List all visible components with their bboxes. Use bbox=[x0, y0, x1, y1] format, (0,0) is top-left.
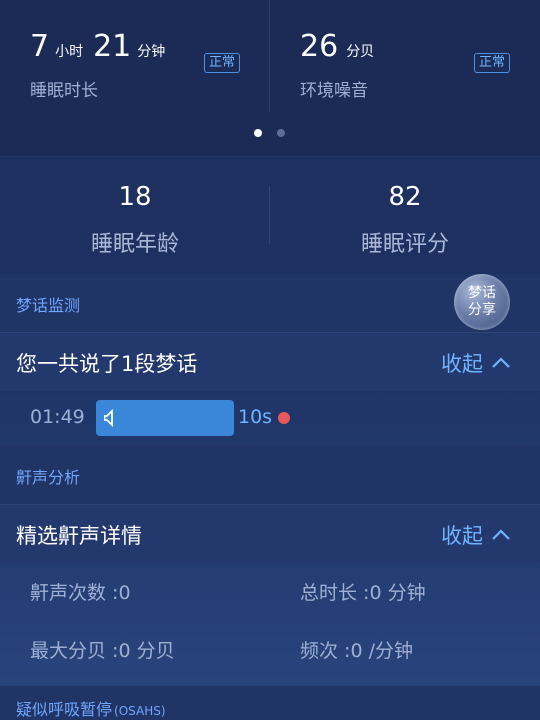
sleep-status-badge: 正常 bbox=[204, 53, 241, 73]
snore-section-header bbox=[0, 446, 540, 504]
noise-number: 26 bbox=[300, 29, 339, 64]
dream-clip-duration: 10s bbox=[238, 406, 273, 428]
pager-dot[interactable] bbox=[277, 129, 285, 137]
noise-value: 26 分贝 bbox=[300, 32, 374, 62]
noise-status-badge: 正常 bbox=[474, 53, 511, 73]
sleep-age-value: 18 bbox=[118, 182, 152, 212]
speaker-icon bbox=[104, 409, 113, 427]
collapse-label: 收起 bbox=[441, 524, 483, 548]
osahs-section-title: 疑似呼吸暂停 (OSAHS) bbox=[16, 696, 166, 720]
snore-count: 鼾声次数 :0 bbox=[30, 582, 131, 604]
osahs-title-main: 疑似呼吸暂停 bbox=[16, 700, 113, 719]
dream-share-button[interactable]: 梦话 分享 bbox=[454, 274, 510, 330]
snore-max-db: 最大分贝 :0 分贝 bbox=[30, 640, 175, 662]
chevron-up-icon bbox=[492, 357, 510, 368]
sleep-age-label: 睡眠年龄 bbox=[90, 232, 179, 257]
dream-collapse-button[interactable]: 收起 bbox=[441, 348, 511, 378]
minutes-unit: 分钟 bbox=[137, 44, 166, 60]
chevron-up-icon bbox=[492, 529, 510, 540]
sleep-duration-value: 7 小时 21 分钟 bbox=[30, 32, 165, 62]
pager-dot-active[interactable] bbox=[254, 129, 262, 137]
noise-label: 环境噪音 bbox=[300, 81, 368, 101]
snore-total-duration: 总时长 :0 分钟 bbox=[300, 582, 426, 604]
noise-unit: 分贝 bbox=[346, 44, 375, 60]
dream-clip-time: 01:49 bbox=[30, 406, 85, 428]
sleep-minutes: 21 bbox=[93, 29, 132, 64]
share-label-line2: 分享 bbox=[468, 302, 496, 318]
snore-section-title: 鼾声分析 bbox=[16, 468, 81, 487]
share-label-line1: 梦话 bbox=[468, 285, 496, 301]
sleep-score-value: 82 bbox=[388, 182, 422, 212]
snore-collapse-button[interactable]: 收起 bbox=[441, 520, 511, 550]
hours-unit: 小时 bbox=[55, 44, 84, 60]
snore-frequency: 频次 :0 /分钟 bbox=[300, 640, 413, 662]
pager-row bbox=[0, 112, 540, 157]
dream-section-title: 梦话监测 bbox=[16, 296, 81, 315]
snore-detail-title: 精选鼾声详情 bbox=[16, 524, 142, 548]
recording-dot-icon bbox=[278, 412, 290, 424]
summary-divider bbox=[269, 0, 270, 112]
collapse-label: 收起 bbox=[441, 352, 483, 376]
sleep-hours: 7 bbox=[30, 29, 50, 64]
sleep-duration-label: 睡眠时长 bbox=[30, 81, 98, 101]
sleep-score-label: 睡眠评分 bbox=[360, 232, 449, 257]
dream-summary-text: 您一共说了1段梦话 bbox=[16, 352, 198, 376]
dream-audio-player[interactable] bbox=[96, 400, 234, 436]
osahs-title-suffix: (OSAHS) bbox=[114, 704, 166, 718]
